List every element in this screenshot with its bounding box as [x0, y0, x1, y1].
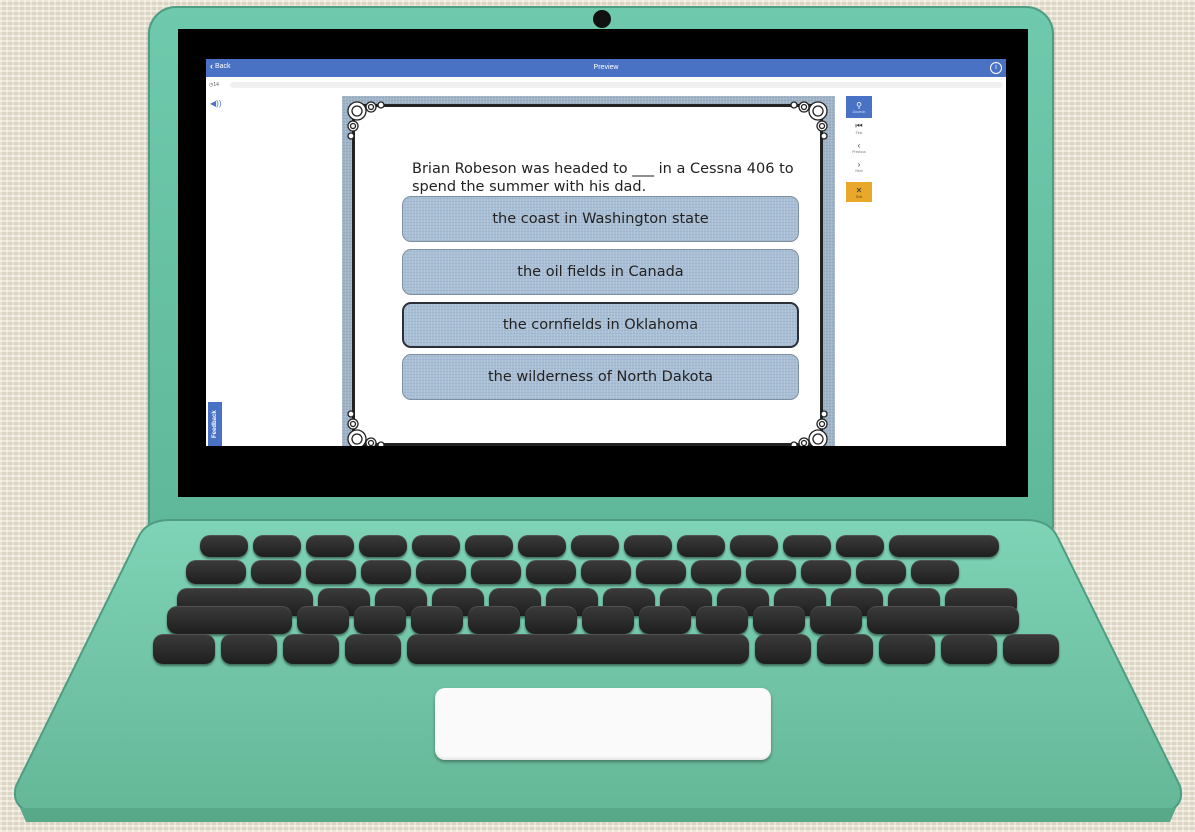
keyboard-key[interactable]: [810, 606, 862, 634]
keyboard-key[interactable]: [153, 634, 215, 664]
keyboard-key[interactable]: [526, 560, 576, 584]
keyboard-key[interactable]: [407, 634, 749, 664]
keyboard-key[interactable]: [783, 535, 831, 557]
page-title: Preview: [593, 64, 619, 71]
keyboard-key[interactable]: [416, 560, 466, 584]
keyboard-key[interactable]: [879, 634, 935, 664]
previous-label: Previous: [852, 149, 866, 154]
next-label: Next: [855, 168, 863, 173]
keyboard-key[interactable]: [836, 535, 884, 557]
progress-counter: ◷14: [209, 82, 219, 88]
keyboard-key[interactable]: [465, 535, 513, 557]
feedback-tab[interactable]: Feedback: [208, 402, 222, 446]
keyboard-key[interactable]: [471, 560, 521, 584]
keyboard-key[interactable]: [525, 606, 577, 634]
keyboard-key[interactable]: [817, 634, 873, 664]
chevron-right-icon: ›: [857, 159, 861, 169]
keyboard-key[interactable]: [283, 634, 339, 664]
keyboard-key[interactable]: [889, 535, 999, 557]
next-button[interactable]: › Next: [846, 157, 872, 175]
chevron-left-icon: ‹: [857, 140, 861, 150]
keyboard-key[interactable]: [696, 606, 748, 634]
keyboard-key[interactable]: [801, 560, 851, 584]
exit-button[interactable]: ✕ Exit: [846, 182, 872, 202]
first-label: First: [855, 131, 863, 135]
zoom-label: Zoom in: [852, 109, 866, 114]
keyboard-key[interactable]: [746, 560, 796, 584]
keyboard-key[interactable]: [691, 560, 741, 584]
keyboard-key[interactable]: [297, 606, 349, 634]
keyboard-key[interactable]: [345, 634, 401, 664]
keyboard-key[interactable]: [753, 606, 805, 634]
trackpad[interactable]: [435, 688, 771, 760]
keyboard-key[interactable]: [867, 606, 1019, 634]
keyboard-key[interactable]: [359, 535, 407, 557]
keyboard-key[interactable]: [755, 634, 811, 664]
keyboard-key[interactable]: [221, 634, 277, 664]
keyboard-key[interactable]: [571, 535, 619, 557]
corner-circles-decoration: [790, 410, 828, 446]
keyboard-key[interactable]: [581, 560, 631, 584]
keyboard-key[interactable]: [941, 634, 997, 664]
zoom-button[interactable]: ⚲ Zoom in: [846, 96, 872, 118]
speaker-icon[interactable]: ◀)): [210, 99, 221, 108]
previous-button[interactable]: ‹ Previous: [846, 138, 872, 156]
answer-option-4[interactable]: the wilderness of North Dakota: [402, 354, 799, 400]
keyboard-key[interactable]: [677, 535, 725, 557]
progress-track: [230, 82, 1003, 88]
question-text: Brian Robeson was headed to ___ in a Ces…: [412, 161, 794, 195]
keyboard-key[interactable]: [361, 560, 411, 584]
slide-frame: Brian Robeson was headed to ___ in a Ces…: [347, 101, 828, 446]
keyboard-key[interactable]: [468, 606, 520, 634]
keyboard-key[interactable]: [911, 560, 959, 584]
corner-circles-decoration: [347, 101, 385, 140]
keyboard-key[interactable]: [1003, 634, 1059, 664]
keyboard-key[interactable]: [624, 535, 672, 557]
close-icon: ✕: [855, 185, 863, 195]
webcam: [593, 10, 611, 28]
keyboard-key[interactable]: [167, 606, 292, 634]
answer-option-1[interactable]: the coast in Washington state: [402, 196, 799, 242]
exit-label: Exit: [856, 194, 862, 199]
first-button[interactable]: ⏮ First: [846, 119, 872, 137]
question-slide: Brian Robeson was headed to ___ in a Ces…: [342, 96, 835, 446]
search-icon: ⚲: [856, 100, 862, 110]
keyboard-key[interactable]: [306, 535, 354, 557]
app-header: ‹ Back Preview i: [206, 59, 1006, 77]
info-icon[interactable]: i: [990, 62, 1002, 74]
corner-circles-decoration: [790, 101, 828, 140]
keyboard-key[interactable]: [412, 535, 460, 557]
keyboard-key[interactable]: [582, 606, 634, 634]
keyboard-key[interactable]: [306, 560, 356, 584]
keyboard-key[interactable]: [186, 560, 246, 584]
answer-option-2[interactable]: the oil fields in Canada: [402, 249, 799, 295]
keyboard-key[interactable]: [518, 535, 566, 557]
app-screen: ‹ Back Preview i ◷14 ◀)) Feedback Brian …: [206, 59, 1006, 446]
keyboard-key[interactable]: [200, 535, 248, 557]
keyboard-key[interactable]: [253, 535, 301, 557]
skip-back-icon: ⏮: [855, 121, 863, 130]
keyboard-key[interactable]: [639, 606, 691, 634]
keyboard-key[interactable]: [354, 606, 406, 634]
progress-bar: ◷14: [206, 79, 1006, 91]
answer-option-3[interactable]: the cornfields in Oklahoma: [402, 302, 799, 348]
keyboard-key[interactable]: [730, 535, 778, 557]
keyboard-key[interactable]: [251, 560, 301, 584]
progress-count-label: 14: [213, 82, 219, 88]
corner-circles-decoration: [347, 410, 385, 446]
keyboard-key[interactable]: [411, 606, 463, 634]
keyboard-key[interactable]: [856, 560, 906, 584]
keyboard-key[interactable]: [636, 560, 686, 584]
